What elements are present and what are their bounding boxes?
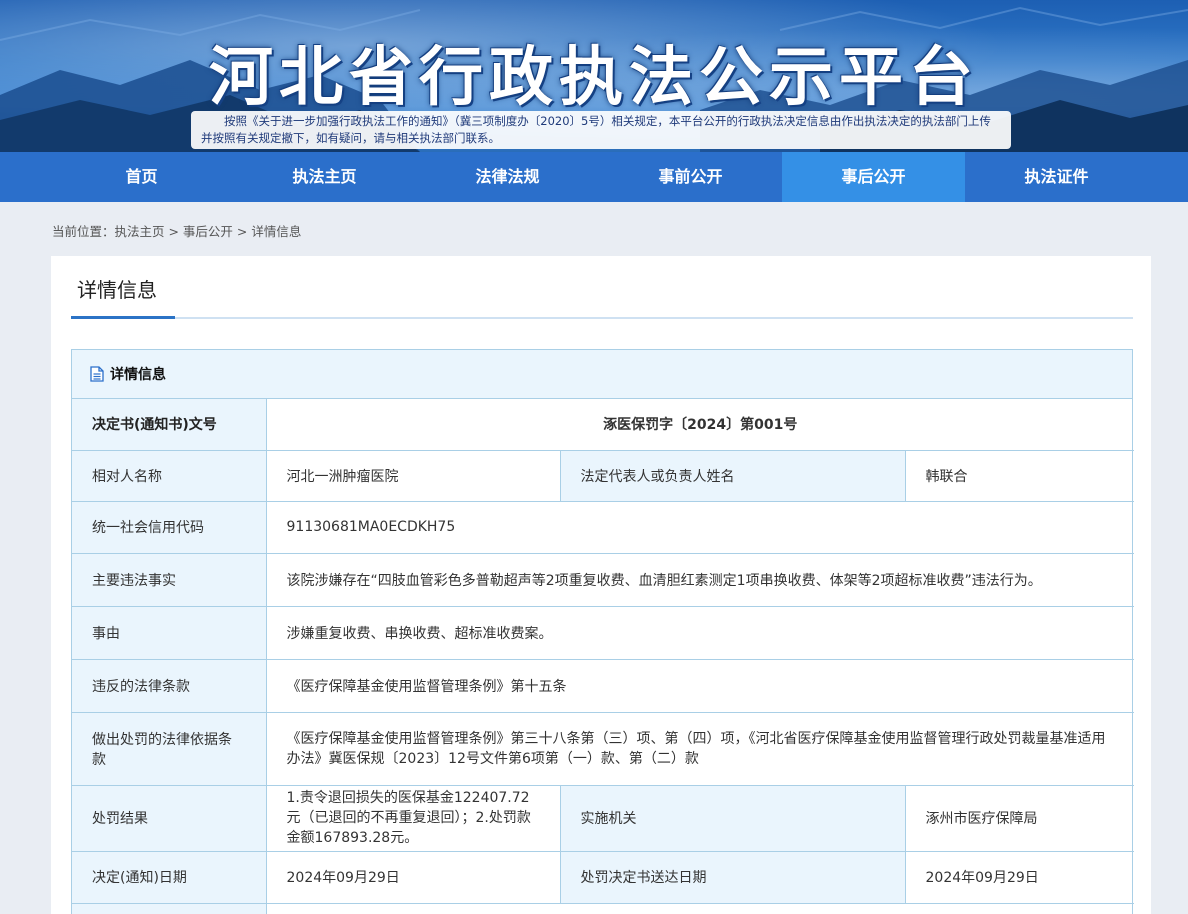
notice-text: 按照《关于进一步加强行政执法工作的通知》（冀三项制度办〔2020〕5号）相关规定… — [191, 111, 1011, 149]
nav-item-enforcement-home[interactable]: 执法主页 — [233, 152, 416, 202]
table-row: 决定(通知)日期 2024年09月29日 处罚决定书送达日期 2024年09月2… — [72, 850, 1134, 903]
representative-label: 法定代表人或负责人姓名 — [559, 449, 905, 501]
agency-label: 实施机关 — [559, 784, 905, 851]
section-title: 详情信息 — [110, 367, 166, 383]
table-row — [72, 902, 1134, 914]
header-banner: 河北省行政执法公示平台 按照《关于进一步加强行政执法工作的通知》（冀三项制度办〔… — [0, 0, 1188, 152]
next-row-value — [265, 902, 1134, 914]
facts-value: 该院涉嫌存在“四肢血管彩色多普勒超声等2项重复收费、血清胆红素测定1项串换收费、… — [265, 552, 1134, 606]
next-row-label — [72, 902, 266, 914]
delivery-date-label: 处罚决定书送达日期 — [559, 850, 905, 903]
agency-value: 涿州市医疗保障局 — [904, 784, 1134, 851]
doc-no-value: 涿医保罚字〔2024〕第001号 — [265, 399, 1134, 450]
violated-law-value: 《医疗保障基金使用监督管理条例》第十五条 — [265, 658, 1134, 712]
nav-item-pre-disclosure[interactable]: 事前公开 — [599, 152, 782, 202]
section-header: 详情信息 — [72, 350, 1132, 399]
credit-code-label: 统一社会信用代码 — [72, 500, 266, 553]
breadcrumb: 当前位置：执法主页 > 事后公开 > 详情信息 — [52, 224, 302, 239]
decision-date-label: 决定(通知)日期 — [72, 850, 266, 903]
table-row: 违反的法律条款 《医疗保障基金使用监督管理条例》第十五条 — [72, 658, 1134, 712]
credit-code-value: 91130681MA0ECDKH75 — [265, 500, 1134, 553]
table-row: 决定书(通知书)文号 涿医保罚字〔2024〕第001号 — [72, 399, 1134, 450]
delivery-date-value: 2024年09月29日 — [904, 850, 1134, 903]
detail-table: 决定书(通知书)文号 涿医保罚字〔2024〕第001号 相对人名称 河北一洲肿瘤… — [72, 399, 1134, 914]
violated-law-label: 违反的法律条款 — [72, 658, 266, 712]
party-label: 相对人名称 — [72, 449, 266, 501]
title-underline-accent — [71, 316, 175, 319]
table-row: 处罚结果 1.责令退回损失的医保基金122407.72元（已退回的不再重复退回）… — [72, 784, 1134, 851]
cause-value: 涉嫌重复收费、串换收费、超标准收费案。 — [265, 605, 1134, 659]
decision-date-value: 2024年09月29日 — [265, 850, 560, 903]
table-row: 事由 涉嫌重复收费、串换收费、超标准收费案。 — [72, 605, 1134, 659]
document-icon — [90, 366, 104, 382]
nav-item-home[interactable]: 首页 — [50, 152, 233, 202]
party-value: 河北一洲肿瘤医院 — [265, 449, 560, 501]
nav-item-laws[interactable]: 法律法规 — [416, 152, 599, 202]
cause-label: 事由 — [72, 605, 266, 659]
detail-panel: 详情信息 详情信息 决定书(通知书)文号 涿医保罚字〔2024〕第001号 相对… — [51, 256, 1151, 914]
legal-basis-value: 《医疗保障基金使用监督管理条例》第三十八条第（三）项、第（四）项，《河北省医疗保… — [265, 711, 1134, 785]
nav-item-credentials[interactable]: 执法证件 — [965, 152, 1148, 202]
facts-label: 主要违法事实 — [72, 552, 266, 606]
main-nav: 首页 执法主页 法律法规 事前公开 事后公开 执法证件 — [0, 152, 1188, 202]
legal-basis-label: 做出处罚的法律依据条款 — [72, 711, 266, 785]
table-row: 相对人名称 河北一洲肿瘤医院 法定代表人或负责人姓名 韩联合 — [72, 449, 1134, 501]
detail-table-box: 详情信息 决定书(通知书)文号 涿医保罚字〔2024〕第001号 相对人名称 河… — [71, 349, 1134, 914]
site-title: 河北省行政执法公示平台 — [209, 40, 979, 115]
page-title: 详情信息 — [77, 278, 157, 302]
penalty-result-label: 处罚结果 — [72, 784, 266, 851]
table-row: 做出处罚的法律依据条款 《医疗保障基金使用监督管理条例》第三十八条第（三）项、第… — [72, 711, 1134, 785]
representative-value: 韩联合 — [904, 449, 1134, 501]
table-row: 主要违法事实 该院涉嫌存在“四肢血管彩色多普勒超声等2项重复收费、血清胆红素测定… — [72, 552, 1134, 606]
penalty-result-value: 1.责令退回损失的医保基金122407.72元（已退回的不再重复退回）；2.处罚… — [265, 784, 560, 851]
doc-no-label: 决定书(通知书)文号 — [72, 399, 266, 450]
table-row: 统一社会信用代码 91130681MA0ECDKH75 — [72, 500, 1134, 553]
nav-item-post-disclosure[interactable]: 事后公开 — [782, 152, 965, 202]
title-underline — [71, 316, 1133, 319]
